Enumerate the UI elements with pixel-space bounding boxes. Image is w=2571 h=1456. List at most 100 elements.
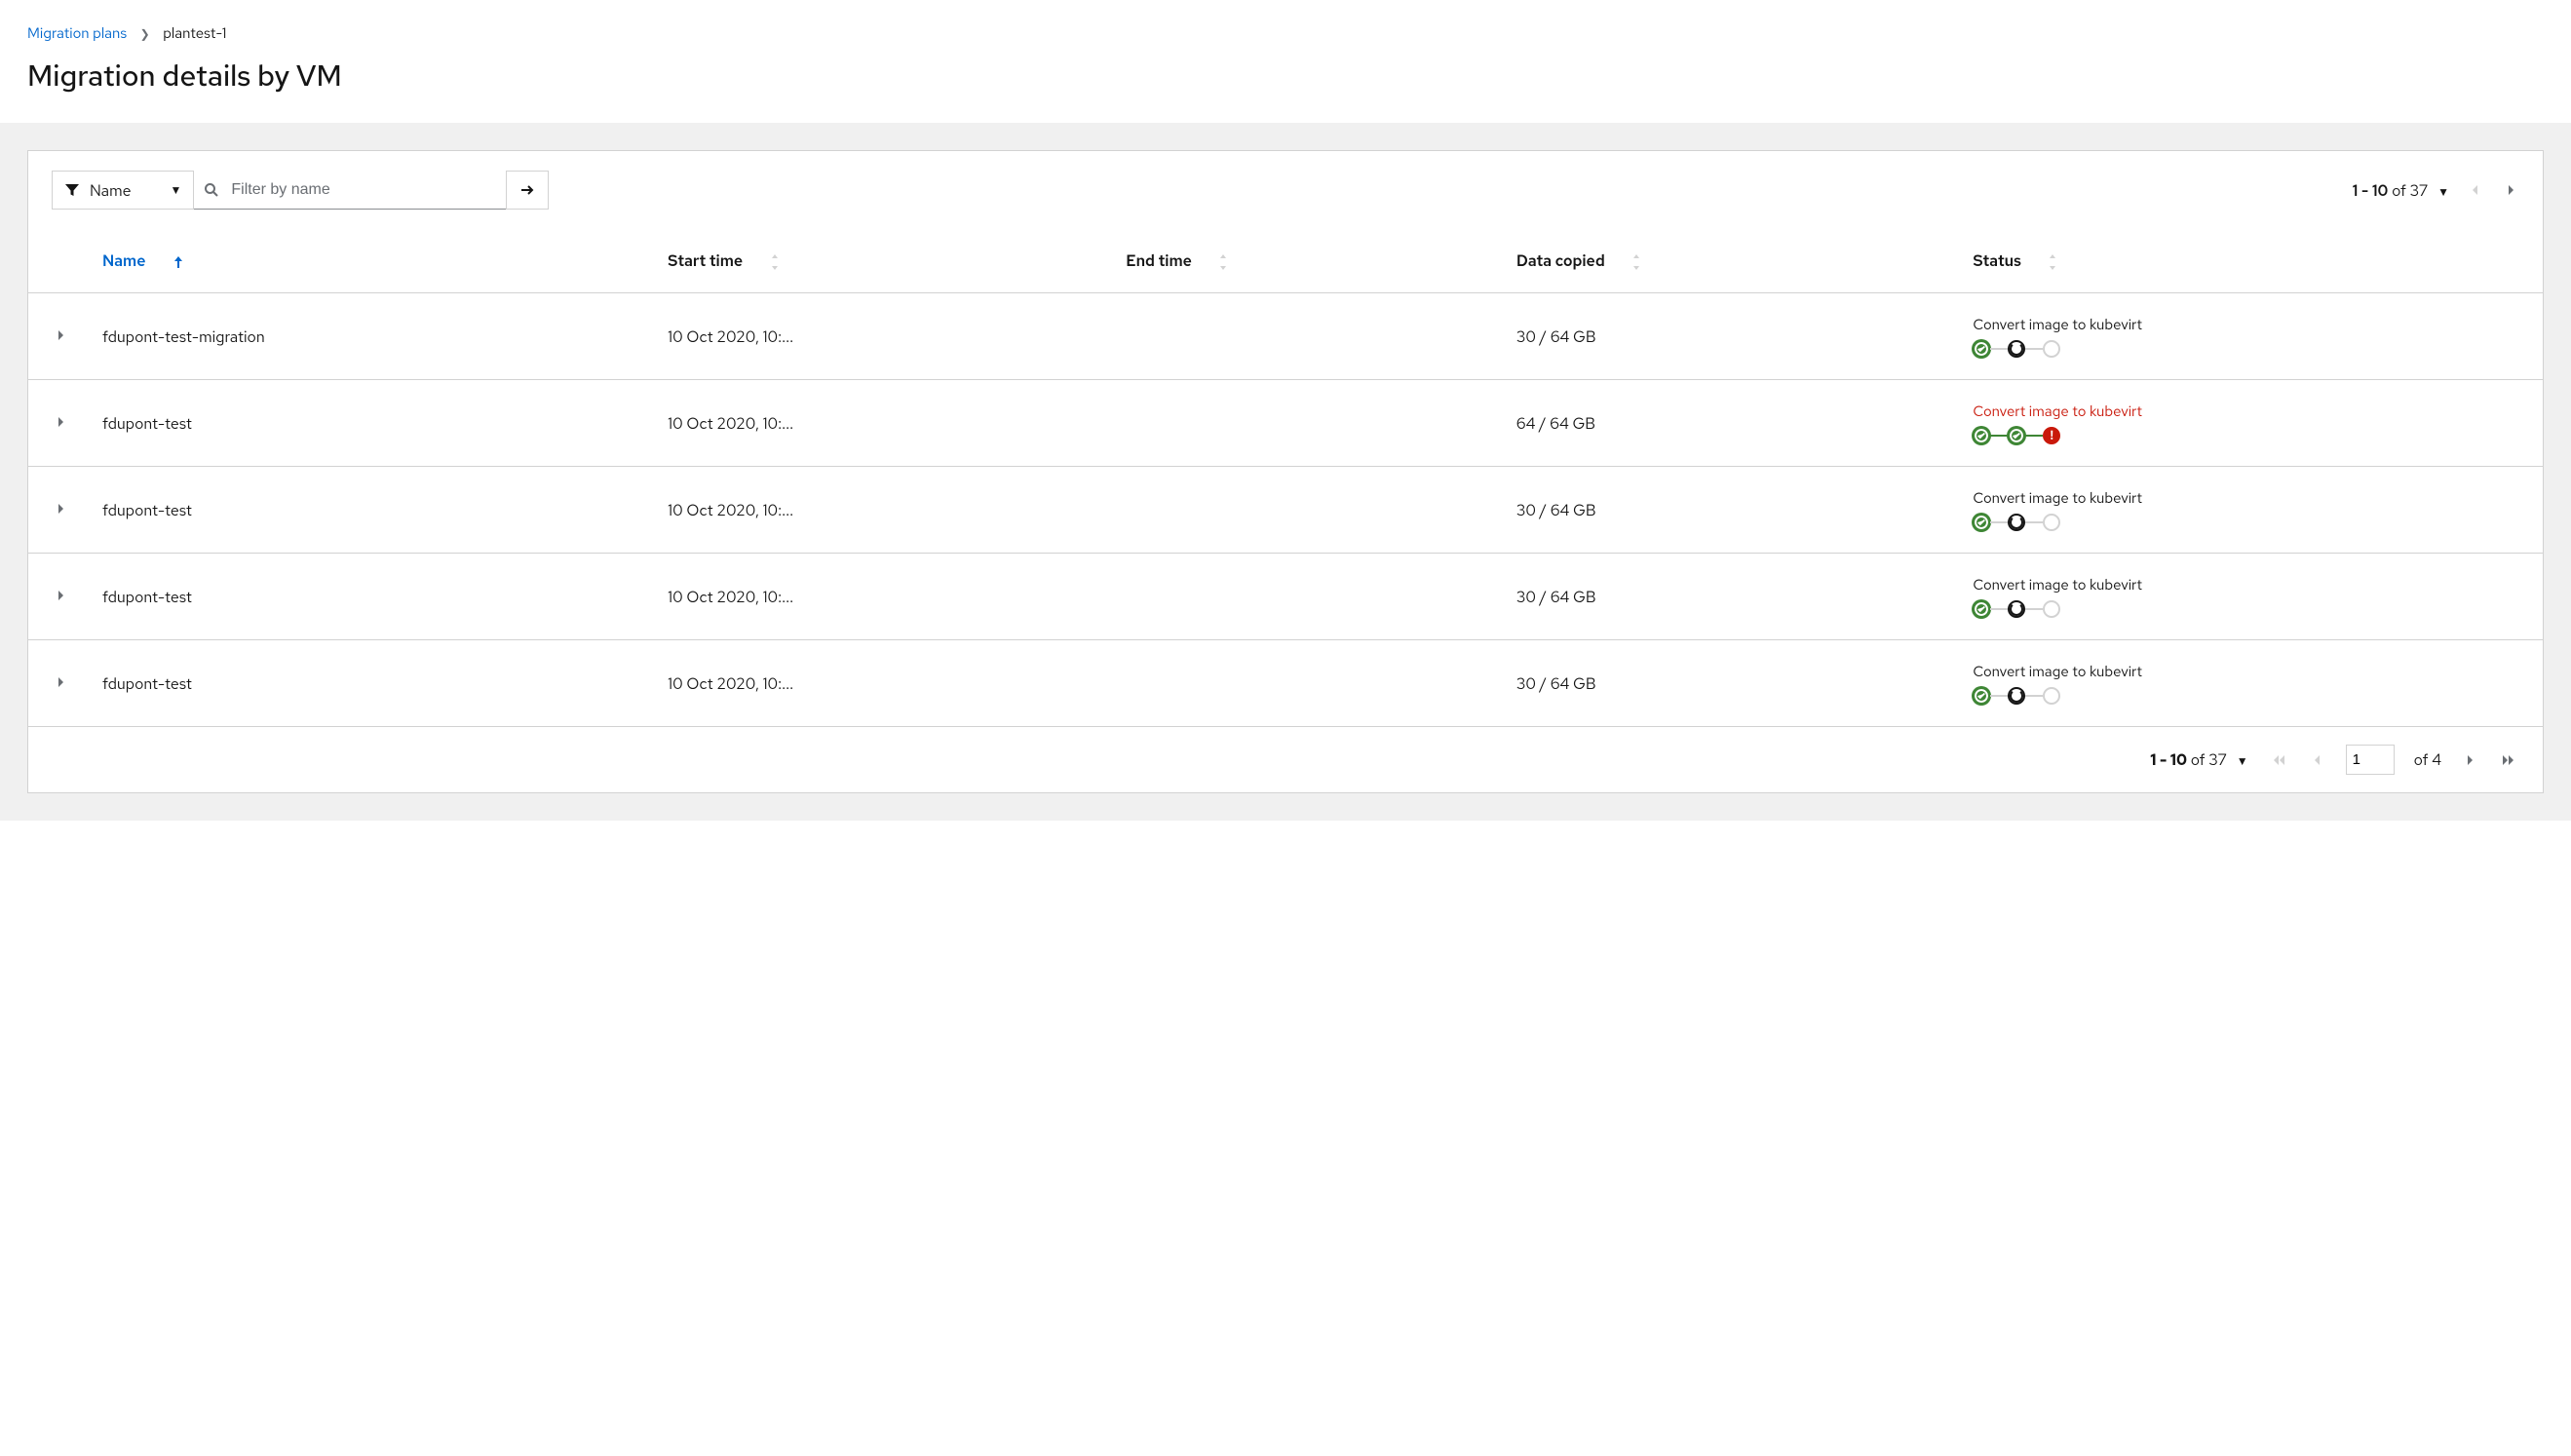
step-connector (2025, 348, 2043, 350)
step-connector (1990, 695, 2008, 697)
pagination-footer: 1 - 10 of 37 ▼ of 4 (28, 727, 2543, 792)
breadcrumb-current: plantest-1 (163, 23, 226, 43)
status-label: Convert image to kubevirt (1973, 662, 2527, 681)
status-label: Convert image to kubevirt (1973, 575, 2527, 594)
step-running-icon (2008, 687, 2025, 705)
cell-end-time (1110, 380, 1501, 467)
pagination-prev-button-footer[interactable] (2309, 749, 2326, 771)
table-row: fdupont-test10 Oct 2020, 10:... 64 / 64 G… (28, 380, 2543, 467)
step-pending-icon (2043, 687, 2060, 705)
cell-status: Convert image to kubevirt (1957, 293, 2543, 380)
filter-input[interactable] (229, 180, 496, 200)
cell-start-time: 10 Oct 2020, 10:... (652, 380, 1110, 467)
breadcrumb-parent-link[interactable]: Migration plans (27, 23, 127, 43)
pagination-next-button[interactable] (2502, 179, 2519, 201)
sort-icon (2048, 254, 2057, 270)
column-header-status[interactable]: Status (1957, 229, 2543, 293)
cell-name: fdupont-test (87, 380, 652, 467)
pagination-last-button[interactable] (2498, 749, 2519, 771)
sort-icon (1218, 254, 1228, 270)
step-running-icon (2008, 514, 2025, 531)
cell-end-time (1110, 467, 1501, 554)
cell-name: fdupont-test (87, 467, 652, 554)
filter-submit-button[interactable] (506, 171, 549, 210)
pagination-first-button[interactable] (2268, 749, 2289, 771)
caret-down-icon[interactable]: ▼ (2437, 184, 2449, 200)
step-connector (1990, 435, 2008, 437)
page-title: Migration details by VM (27, 57, 2544, 96)
table-row: fdupont-test10 Oct 2020, 10:... 30 / 64 G… (28, 554, 2543, 640)
table-row: fdupont-test10 Oct 2020, 10:... 30 / 64 G… (28, 467, 2543, 554)
table-row: fdupont-test10 Oct 2020, 10:... 30 / 64 G… (28, 640, 2543, 727)
step-connector (2025, 521, 2043, 523)
cell-start-time: 10 Oct 2020, 10:... (652, 293, 1110, 380)
caret-down-icon: ▼ (171, 182, 182, 198)
pagination-prev-button[interactable] (2467, 179, 2484, 201)
pagination-of-label: of (2392, 180, 2406, 201)
page-total: 4 (2432, 749, 2441, 770)
step-connector (1990, 348, 2008, 350)
cell-status: Convert image to kubevirt (1957, 640, 2543, 727)
step-success-icon (1973, 687, 1990, 705)
column-header-data-copied[interactable]: Data copied (1501, 229, 1957, 293)
expand-row-button[interactable] (56, 328, 65, 342)
sort-asc-icon (173, 255, 184, 269)
cell-end-time (1110, 293, 1501, 380)
cell-data-copied: 64 / 64 GB (1501, 380, 1957, 467)
step-connector (1990, 521, 2008, 523)
cell-start-time: 10 Oct 2020, 10:... (652, 467, 1110, 554)
sort-icon (770, 254, 780, 270)
cell-data-copied: 30 / 64 GB (1501, 467, 1957, 554)
cell-status: Convert image to kubevirt (1957, 467, 2543, 554)
step-running-icon (2008, 340, 2025, 358)
chevron-right-icon: ❯ (140, 26, 150, 42)
expand-row-button[interactable] (56, 675, 65, 689)
pagination-top: 1 - 10 of 37 ▼ (2353, 179, 2519, 201)
cell-status: Convert image to kubevirt (1957, 554, 2543, 640)
step-success-icon (1973, 514, 1990, 531)
cell-start-time: 10 Oct 2020, 10:... (652, 640, 1110, 727)
step-success-icon (2008, 427, 2025, 444)
cell-name: fdupont-test-migration (87, 293, 652, 380)
cell-data-copied: 30 / 64 GB (1501, 293, 1957, 380)
filter-attribute-label: Name (90, 180, 132, 201)
step-error-icon: ! (2043, 427, 2060, 444)
step-success-icon (1973, 427, 1990, 444)
column-header-end-time[interactable]: End time (1110, 229, 1501, 293)
pagination-range-footer: 1 - 10 (2150, 749, 2187, 770)
step-connector (2025, 695, 2043, 697)
cell-status: Convert image to kubevirt! (1957, 380, 2543, 467)
status-label: Convert image to kubevirt (1973, 315, 2527, 334)
expand-row-button[interactable] (56, 415, 65, 429)
pagination-range: 1 - 10 (2353, 180, 2389, 201)
page-number-input[interactable] (2346, 745, 2395, 775)
cell-start-time: 10 Oct 2020, 10:... (652, 554, 1110, 640)
table-row: fdupont-test-migration10 Oct 2020, 10:..… (28, 293, 2543, 380)
caret-down-icon[interactable]: ▼ (2237, 753, 2248, 769)
step-pending-icon (2043, 600, 2060, 618)
step-connector (1990, 608, 2008, 610)
migrations-table: Name Start time End time (28, 229, 2543, 727)
pagination-next-button-footer[interactable] (2461, 749, 2478, 771)
step-running-icon (2008, 600, 2025, 618)
expand-row-button[interactable] (56, 502, 65, 516)
step-connector (2025, 608, 2043, 610)
cell-name: fdupont-test (87, 554, 652, 640)
cell-data-copied: 30 / 64 GB (1501, 554, 1957, 640)
filter-icon (64, 182, 80, 198)
step-pending-icon (2043, 514, 2060, 531)
column-header-start-time[interactable]: Start time (652, 229, 1110, 293)
expand-row-button[interactable] (56, 589, 65, 602)
filter-attribute-select[interactable]: Name ▼ (52, 171, 194, 210)
sort-icon (1631, 254, 1641, 270)
cell-name: fdupont-test (87, 640, 652, 727)
cell-end-time (1110, 554, 1501, 640)
step-success-icon (1973, 340, 1990, 358)
step-connector (2025, 435, 2043, 437)
search-icon (204, 182, 219, 198)
status-label: Convert image to kubevirt (1973, 488, 2527, 508)
cell-data-copied: 30 / 64 GB (1501, 640, 1957, 727)
pagination-total: 37 (2410, 180, 2429, 201)
arrow-right-icon (519, 182, 535, 198)
column-header-name[interactable]: Name (87, 229, 652, 293)
